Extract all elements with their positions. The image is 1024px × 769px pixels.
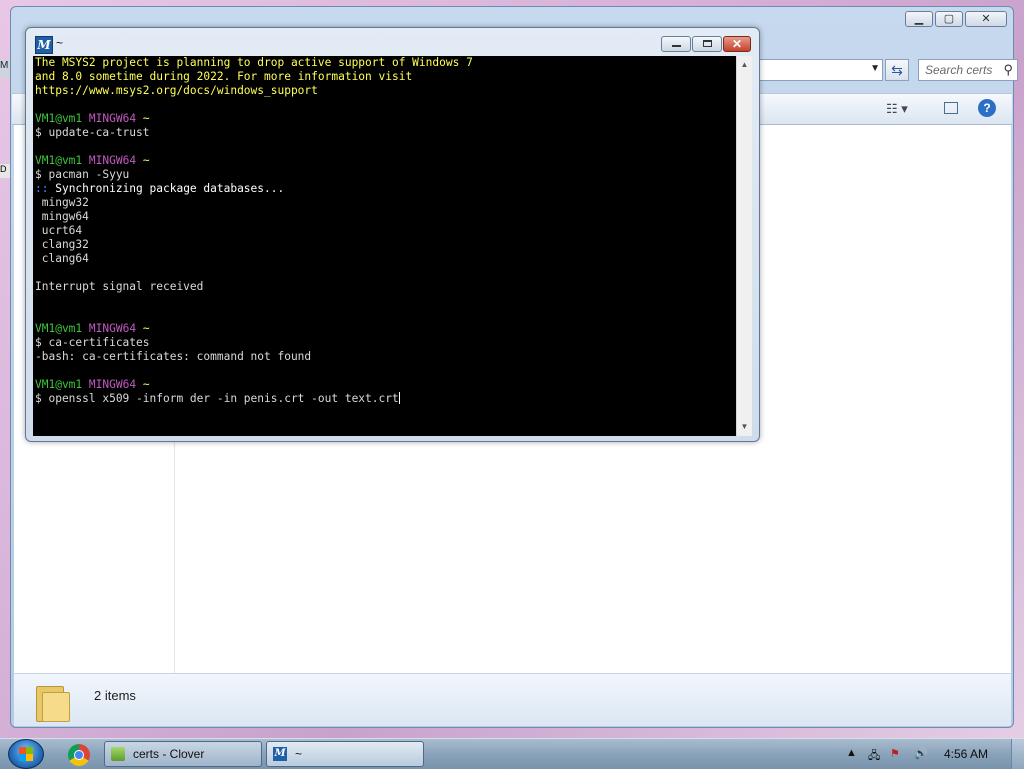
mintty-taskbar-icon: M (273, 747, 287, 761)
desktop-edge-icon-2: D (0, 164, 10, 178)
clock[interactable]: 4:56 AM (944, 747, 988, 761)
terminal-line: :: Synchronizing package databases... (35, 182, 285, 195)
terminal-line: ucrt64 (35, 224, 83, 237)
terminal-scrollbar[interactable]: ▲ ▼ (736, 56, 752, 436)
prompt-env: MINGW64 (88, 378, 137, 391)
windows-logo-icon (19, 747, 33, 761)
terminal-line: clang64 (35, 252, 89, 265)
terminal-prompt-line: VM1@vm1 MINGW64 ~ (35, 154, 736, 168)
prompt-dir: ~ (142, 154, 150, 167)
mintty-icon[interactable]: M (35, 36, 53, 54)
prompt-user: VM1@vm1 (35, 154, 83, 167)
search-icon[interactable]: ⚲ (1003, 62, 1013, 78)
search-placeholder: Search certs (925, 63, 993, 77)
prompt-user: VM1@vm1 (35, 378, 83, 391)
show-hidden-icons-icon[interactable]: ▲ (846, 747, 857, 759)
terminal-cursor (398, 392, 400, 404)
terminal-title: ~ (56, 36, 64, 50)
prompt-user: VM1@vm1 (35, 322, 83, 335)
terminal-maximize-button[interactable] (692, 36, 722, 52)
taskbar-item-label: ~ (295, 747, 303, 761)
explorer-minimize-button[interactable]: ▁ (905, 11, 933, 27)
terminal-close-button[interactable]: ✕ (723, 36, 751, 52)
terminal-line: clang32 (35, 238, 89, 251)
address-dropdown-icon[interactable]: ▼ (870, 63, 880, 74)
network-icon[interactable]: 🖧 (868, 747, 880, 766)
terminal-line: mingw32 (35, 196, 89, 209)
terminal-prompt-line: VM1@vm1 MINGW64 ~ (35, 112, 736, 126)
preview-pane-icon[interactable] (944, 102, 958, 114)
details-pane: 2 items (14, 673, 1011, 726)
terminal-output[interactable]: The MSYS2 project is planning to drop ac… (33, 56, 736, 436)
terminal-line: https://www.msys2.org/docs/windows_suppo… (35, 84, 318, 97)
terminal-window: M ~ ✕ The MSYS2 project is planning to d… (25, 27, 760, 442)
refresh-icon: ⇆ (891, 62, 903, 78)
prompt-user: VM1@vm1 (35, 112, 83, 125)
prompt-dir: ~ (142, 322, 150, 335)
explorer-window-controls: ▁ ▢ ✕ (905, 11, 1007, 27)
prompt-env: MINGW64 (88, 154, 137, 167)
explorer-maximize-button[interactable]: ▢ (935, 11, 963, 27)
volume-icon[interactable]: 🔊 (914, 747, 928, 760)
desktop-edge-icon: M (0, 60, 10, 78)
terminal-line: $ update-ca-trust (35, 126, 150, 139)
show-desktop-button[interactable] (1011, 739, 1024, 769)
terminal-minimize-button[interactable] (661, 36, 691, 52)
terminal-line: mingw64 (35, 210, 89, 223)
terminal-line: The MSYS2 project is planning to drop ac… (35, 56, 473, 69)
taskbar: certs - Clover M ~ ▲ 🖧 ⚑ 🔊 4:56 AM (0, 738, 1024, 769)
terminal-line: $ openssl x509 -inform der -in penis.crt… (35, 392, 400, 405)
scroll-down-icon[interactable]: ▼ (737, 420, 752, 434)
change-view-icon[interactable]: ☷ ▾ (886, 101, 908, 117)
item-count: 2 items (94, 688, 136, 703)
terminal-line: and 8.0 sometime during 2022. For more i… (35, 70, 413, 83)
action-center-icon[interactable]: ⚑ (890, 747, 900, 760)
prompt-dir: ~ (142, 112, 150, 125)
folder-icon (36, 684, 70, 722)
terminal-prompt-line: VM1@vm1 MINGW64 ~ (35, 322, 736, 336)
prompt-env: MINGW64 (88, 322, 137, 335)
help-icon[interactable]: ? (978, 99, 996, 117)
start-button[interactable] (8, 739, 44, 769)
explorer-close-button[interactable]: ✕ (965, 11, 1007, 27)
refresh-button[interactable]: ⇆ (885, 59, 909, 81)
terminal-line: Interrupt signal received (35, 280, 204, 293)
taskbar-item-label: certs - Clover (133, 747, 205, 761)
terminal-line: $ pacman -Syyu (35, 168, 130, 181)
terminal-line: -bash: ca-certificates: command not foun… (35, 350, 312, 363)
prompt-env: MINGW64 (88, 112, 137, 125)
prompt-dir: ~ (142, 378, 150, 391)
scroll-up-icon[interactable]: ▲ (737, 58, 752, 72)
search-input[interactable]: Search certs ⚲ (918, 59, 1018, 81)
chrome-icon[interactable] (68, 744, 90, 766)
terminal-prompt-line: VM1@vm1 MINGW64 ~ (35, 378, 736, 392)
address-bar[interactable]: ▼ (759, 59, 883, 81)
taskbar-item-terminal[interactable]: M ~ (266, 741, 424, 767)
clover-icon (111, 747, 125, 761)
terminal-line: $ ca-certificates (35, 336, 150, 349)
taskbar-item-clover[interactable]: certs - Clover (104, 741, 262, 767)
terminal-window-controls: ✕ (661, 36, 751, 52)
